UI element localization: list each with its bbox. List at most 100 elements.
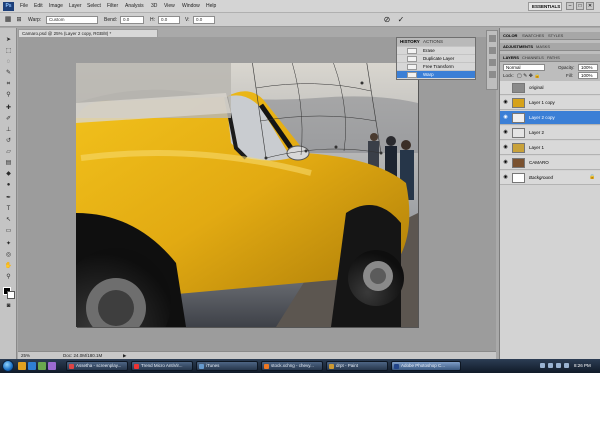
- tray-security-icon[interactable]: [564, 363, 569, 368]
- menu-filter[interactable]: Filter: [107, 3, 118, 10]
- eye-icon[interactable]: ◉: [502, 174, 509, 181]
- marquee-tool-icon[interactable]: ⬚: [3, 47, 14, 56]
- quicklaunch-media-icon[interactable]: [38, 362, 46, 370]
- tab-history[interactable]: HISTORY: [400, 39, 420, 45]
- eye-icon[interactable]: ◉: [502, 144, 509, 151]
- blur-tool-icon[interactable]: ◆: [3, 170, 14, 179]
- quick-mask-icon[interactable]: ◙: [3, 302, 14, 311]
- brushes-panel-icon[interactable]: [489, 59, 496, 66]
- layer-row[interactable]: ◉ CAMARO: [500, 156, 600, 170]
- canvas-area[interactable]: [18, 37, 496, 351]
- system-clock[interactable]: 8:26 PM: [574, 363, 591, 369]
- history-item[interactable]: Free Transform: [397, 62, 475, 70]
- taskbar-item[interactable]: stock.xchng - chevy...: [261, 361, 323, 371]
- eye-icon[interactable]: ◉: [502, 129, 509, 136]
- layer-row[interactable]: original: [500, 81, 600, 95]
- lasso-tool-icon[interactable]: ◌: [3, 58, 14, 67]
- warp-style-select[interactable]: Custom: [46, 16, 98, 24]
- taskbar-item-active[interactable]: Adobe Photoshop C...: [391, 361, 461, 371]
- brush-tool-icon[interactable]: ✐: [3, 115, 14, 124]
- history-panel-icon[interactable]: [489, 35, 496, 42]
- document-tab[interactable]: Camaro.psd @ 25% (Layer 2 copy, RGB/8) *: [18, 29, 158, 37]
- clone-source-panel-icon[interactable]: [489, 71, 496, 78]
- gradient-tool-icon[interactable]: ▤: [3, 159, 14, 168]
- menu-file[interactable]: File: [20, 3, 28, 10]
- tab-layers[interactable]: LAYERS: [503, 55, 519, 61]
- layer-row[interactable]: ◉ Layer 2: [500, 126, 600, 140]
- workspace-switcher[interactable]: ESSENTIALS: [528, 2, 562, 11]
- visibility-off-icon[interactable]: [502, 84, 509, 91]
- minimize-button[interactable]: –: [566, 2, 574, 10]
- tray-app-icon[interactable]: [556, 363, 561, 368]
- hand-tool-icon[interactable]: ✋: [3, 262, 14, 271]
- quicklaunch-explorer-icon[interactable]: [18, 362, 26, 370]
- layer-row[interactable]: ◉ Layer 1: [500, 141, 600, 155]
- zoom-tool-icon[interactable]: ⚲: [3, 273, 14, 282]
- 3d-rotate-tool-icon[interactable]: ✦: [3, 240, 14, 249]
- move-tool-icon[interactable]: ➤: [3, 36, 14, 45]
- eye-icon[interactable]: ◉: [502, 114, 509, 121]
- eyedropper-tool-icon[interactable]: ⚲: [3, 91, 14, 100]
- fill-field[interactable]: 100%: [578, 72, 598, 79]
- tab-paths[interactable]: PATHS: [547, 55, 560, 61]
- tab-swatches[interactable]: SWATCHES: [522, 33, 544, 39]
- blend-mode-select[interactable]: Normal: [503, 64, 545, 71]
- menu-view[interactable]: View: [164, 3, 175, 10]
- h-field[interactable]: 0.0: [158, 16, 180, 24]
- v-field[interactable]: 0.0: [193, 16, 215, 24]
- maximize-button[interactable]: □: [576, 2, 584, 10]
- history-brush-tool-icon[interactable]: ↺: [3, 137, 14, 146]
- taskbar-item[interactable]: drpt - Paint: [326, 361, 388, 371]
- type-tool-icon[interactable]: T: [3, 205, 14, 214]
- tab-styles[interactable]: STYLES: [548, 33, 563, 39]
- tray-volume-icon[interactable]: [548, 363, 553, 368]
- tab-adjustments[interactable]: ADJUSTMENTS: [503, 44, 533, 50]
- history-item[interactable]: Duplicate Layer: [397, 54, 475, 62]
- quicklaunch-browser-icon[interactable]: [28, 362, 36, 370]
- background-color-swatch[interactable]: [7, 291, 15, 299]
- tab-actions[interactable]: ACTIONS: [423, 39, 443, 45]
- dodge-tool-icon[interactable]: ●: [3, 181, 14, 190]
- close-button[interactable]: ✕: [586, 2, 594, 10]
- cancel-icon[interactable]: ⊘: [382, 15, 392, 25]
- bend-field[interactable]: 0.0: [120, 16, 144, 24]
- path-select-tool-icon[interactable]: ↖: [3, 216, 14, 225]
- tab-channels[interactable]: CHANNELS: [522, 55, 544, 61]
- tray-network-icon[interactable]: [540, 363, 545, 368]
- shape-tool-icon[interactable]: ▭: [3, 227, 14, 236]
- warp-mesh-overlay[interactable]: [76, 63, 418, 327]
- taskbar-item[interactable]: iTunes: [196, 361, 258, 371]
- lock-icons[interactable]: ▢ ✎ ✥ 🔒: [517, 73, 541, 79]
- menu-select[interactable]: Select: [87, 3, 101, 10]
- eye-icon[interactable]: ◉: [502, 159, 509, 166]
- eye-icon[interactable]: ◉: [502, 99, 509, 106]
- pen-tool-icon[interactable]: ✒: [3, 194, 14, 203]
- layer-row[interactable]: ◉ Layer 1 copy: [500, 96, 600, 110]
- clone-stamp-tool-icon[interactable]: ⊥: [3, 126, 14, 135]
- actions-panel-icon[interactable]: [489, 47, 496, 54]
- menu-window[interactable]: Window: [182, 3, 200, 10]
- menu-3d[interactable]: 3D: [151, 3, 157, 10]
- menu-layer[interactable]: Layer: [69, 3, 82, 10]
- taskbar-item[interactable]: Trend Micro AntiVir...: [131, 361, 193, 371]
- healing-brush-tool-icon[interactable]: ✚: [3, 104, 14, 113]
- start-button[interactable]: [2, 360, 14, 372]
- menu-help[interactable]: Help: [206, 3, 216, 10]
- eraser-tool-icon[interactable]: ▱: [3, 148, 14, 157]
- tab-color[interactable]: COLOR: [503, 33, 517, 39]
- commit-icon[interactable]: ✓: [396, 15, 406, 25]
- reference-point-icon[interactable]: ⊞: [14, 15, 24, 25]
- menu-analysis[interactable]: Analysis: [125, 3, 144, 10]
- crop-tool-icon[interactable]: ⌗: [3, 80, 14, 89]
- tab-masks[interactable]: MASKS: [536, 44, 550, 50]
- layer-row-selected[interactable]: ◉ Layer 2 copy: [500, 111, 600, 125]
- menu-image[interactable]: Image: [49, 3, 63, 10]
- 3d-camera-tool-icon[interactable]: ◎: [3, 251, 14, 260]
- opacity-field[interactable]: 100%: [578, 64, 598, 71]
- quicklaunch-app-icon[interactable]: [48, 362, 56, 370]
- history-item[interactable]: Erase: [397, 46, 475, 54]
- layer-row[interactable]: ◉ Background 🔒: [500, 171, 600, 185]
- quick-select-tool-icon[interactable]: ✎: [3, 69, 14, 78]
- history-item-selected[interactable]: Warp: [397, 70, 475, 78]
- menu-edit[interactable]: Edit: [34, 3, 43, 10]
